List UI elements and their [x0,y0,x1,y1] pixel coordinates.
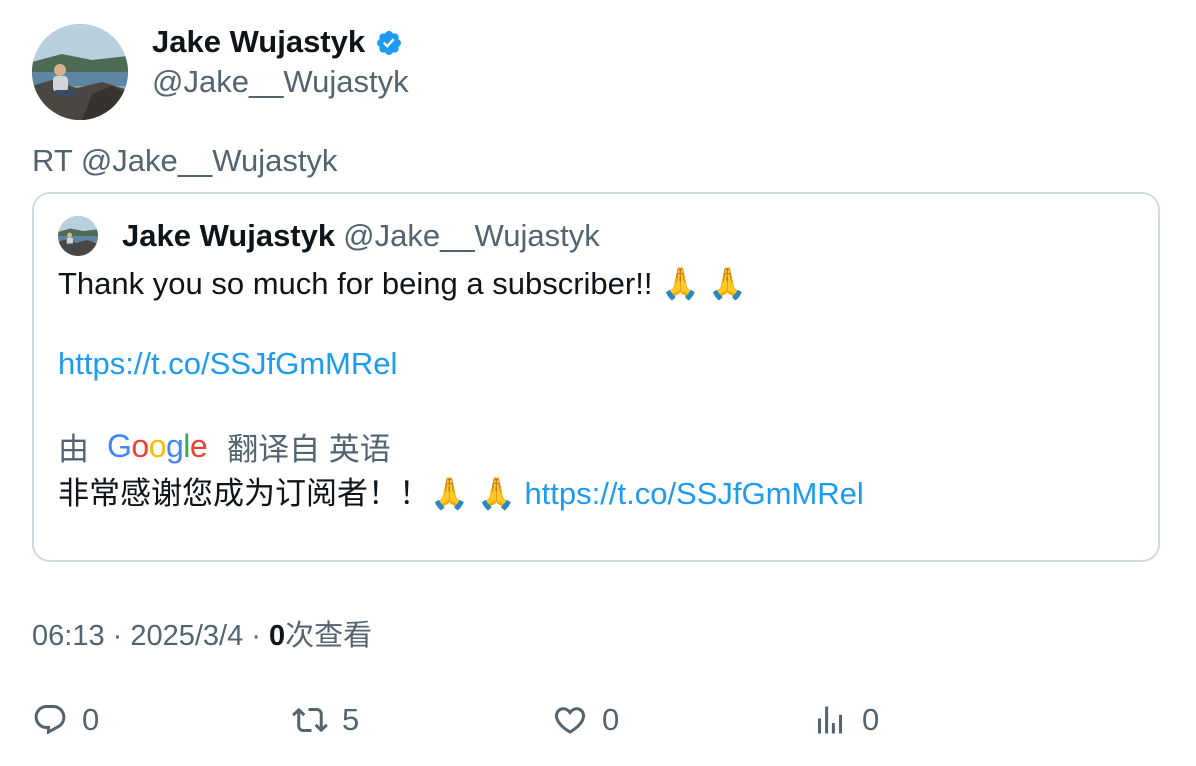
views-icon [818,706,842,734]
reply-button[interactable]: 0 [32,700,99,740]
views-button[interactable]: 0 [812,700,879,740]
author-avatar[interactable] [32,24,128,120]
retweet-button[interactable]: 5 [292,700,359,740]
meta-separator-2: · [243,620,270,652]
translated-text-link[interactable]: https://t.co/SSJfGmMRel [524,476,863,511]
translation-attribution: 由 Google 翻译自 英语 [58,426,401,467]
tweet-date[interactable]: 2025/3/4 [130,620,243,652]
quoted-tweet-header: Jake Wujastyk @Jake__Wujastyk [58,216,600,256]
quoted-tweet-card[interactable]: Jake Wujastyk @Jake__Wujastyk Thank you … [32,192,1160,562]
like-icon [554,707,586,734]
author-handle[interactable]: @Jake__Wujastyk [152,64,409,100]
author-name-row: Jake Wujastyk [152,22,409,62]
reply-count: 0 [82,702,100,737]
quoted-author-avatar-image [58,216,98,256]
google-logo[interactable]: Google [107,428,208,465]
views-count: 0 [269,620,286,652]
author-avatar-image [32,24,128,120]
translated-text-body: 非常感谢您成为订阅者！！🙏 🙏 [58,476,516,511]
meta-separator-1: · [104,620,131,652]
like-count: 0 [602,702,620,737]
quoted-author-avatar[interactable] [58,216,98,256]
views-label: 次查看 [285,620,373,652]
translation-by-label: 由 [58,431,89,467]
author-block: Jake Wujastyk @Jake__Wujastyk [152,22,409,100]
quoted-author-handle[interactable]: @Jake__Wujastyk [343,218,600,254]
action-bar: 0 5 0 0 [32,700,1132,740]
quoted-author-name[interactable]: Jake Wujastyk [122,218,335,254]
reply-icon [34,705,66,735]
like-button[interactable]: 0 [552,700,619,740]
retweet-count: 5 [342,702,360,737]
author-name[interactable]: Jake Wujastyk [152,24,365,60]
translation-from-label: 翻译自 英语 [227,431,391,467]
views-action-count: 0 [862,702,880,737]
retweet-label: RT @Jake__Wujastyk [32,143,338,178]
quoted-tweet-link[interactable]: https://t.co/SSJfGmMRel [58,344,397,384]
tweet-time[interactable]: 06:13 [32,620,105,652]
tweet-meta: 06:13 · 2025/3/4 · 0次查看 [32,612,372,654]
verified-badge-icon[interactable] [375,29,403,57]
quoted-tweet-text: Thank you so much for being a subscriber… [58,266,747,301]
retweet-icon [292,707,328,733]
translated-text: 非常感谢您成为订阅者！！🙏 🙏 https://t.co/SSJfGmMRel [58,474,864,514]
